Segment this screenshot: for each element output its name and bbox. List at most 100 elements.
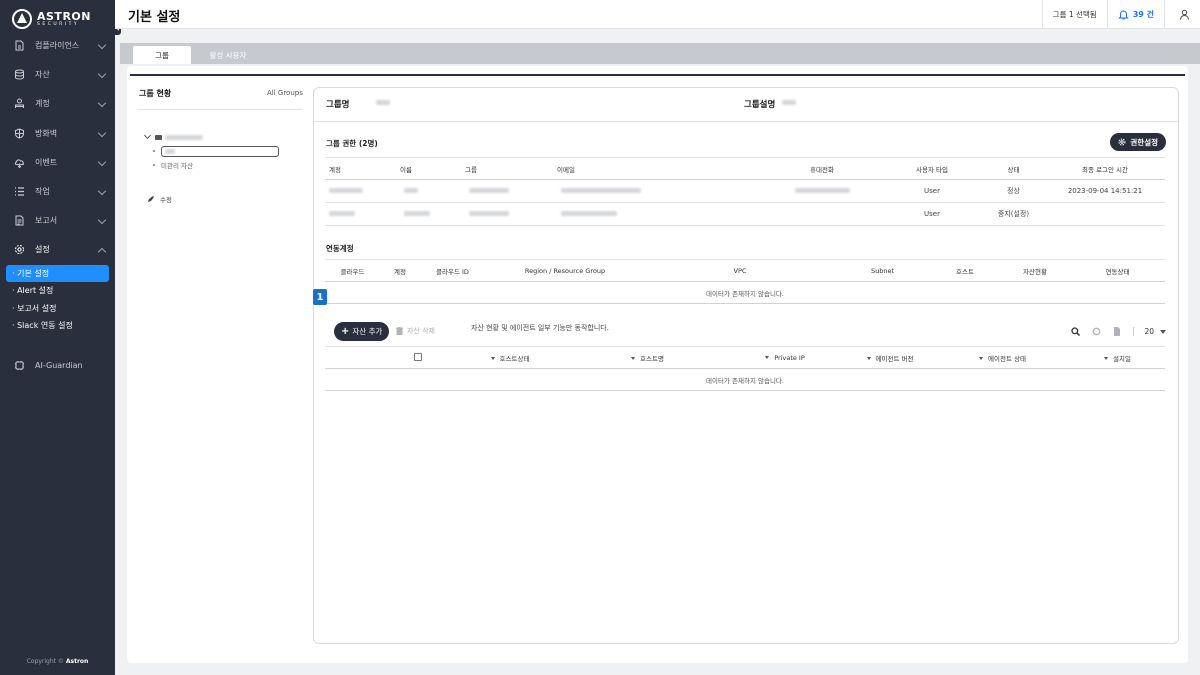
redacted-text — [329, 211, 355, 216]
trash-icon — [396, 327, 403, 335]
sidebar-item-reports[interactable]: 보고서 — [0, 206, 115, 235]
divider — [130, 74, 1185, 76]
table-row: 데이터가 존재하지 않습니다. — [325, 368, 1165, 391]
column-header[interactable]: Region / Resource Group — [485, 259, 645, 282]
empty-message: 데이터가 존재하지 않습니다. — [325, 281, 1165, 304]
group-status-title: 그룹 현황 — [139, 89, 172, 98]
column-header[interactable]: 호스트상태 — [450, 346, 570, 369]
column-header[interactable]: 에이전트 버전 — [845, 346, 935, 369]
plus-icon: + — [341, 326, 350, 337]
compliance-doc-icon — [14, 40, 25, 51]
tree-child-node[interactable] — [153, 145, 279, 157]
column-header[interactable]: 클라우드 — [325, 259, 380, 282]
column-header[interactable]: VPC — [645, 259, 835, 282]
submenu-slack-settings[interactable]: · Slack 연동 설정 — [6, 317, 109, 335]
sidebar-item-settings[interactable]: 설정 — [0, 235, 115, 264]
search-icon[interactable] — [1071, 327, 1081, 336]
sidebar-item-assets[interactable]: 자산 — [0, 60, 115, 89]
chevron-down-icon — [97, 157, 107, 166]
empty-message: 데이터가 존재하지 않습니다. — [325, 368, 1165, 391]
submenu-alert-settings[interactable]: · Alert 설정 — [6, 282, 109, 300]
group-detail-panel: 그룹명 그룹설명 그룹 권한 (2명) 권한설정 계정 이름 그룹 이메일 휴대… — [313, 87, 1179, 644]
sidebar-item-label: 설정 — [35, 245, 50, 255]
column-header[interactable]: 그룹 — [465, 157, 557, 180]
group-selection-status[interactable]: 그룹 1 선택됨 — [1041, 0, 1107, 29]
sidebar: ASTRON SECURITY 컴플라이언스 자산 계정 방화벽 이벤트 작업 … — [0, 0, 115, 675]
column-header[interactable]: 사용자 타입 — [882, 157, 982, 180]
user-menu-button[interactable] — [1164, 0, 1200, 29]
page-size-select[interactable]: 20 — [1144, 327, 1166, 336]
column-header[interactable]: 계정 — [380, 259, 420, 282]
column-header[interactable]: 이름 — [400, 157, 465, 180]
copyright-prefix: Copyright © — [26, 658, 64, 665]
tab-group[interactable]: 그룹 — [133, 46, 191, 64]
table-row: 데이터가 존재하지 않습니다. — [325, 281, 1165, 304]
table-row[interactable]: User 중지(설정) — [325, 202, 1165, 226]
column-header[interactable]: Subnet — [835, 259, 930, 282]
unmanaged-assets-label: 미관리 자산 — [161, 162, 193, 170]
logo[interactable]: ASTRON SECURITY — [0, 0, 115, 30]
sidebar-menu: 컴플라이언스 자산 계정 방화벽 이벤트 작업 보고서 설정 · 기본 설정 ·… — [0, 31, 115, 380]
tab-active-users[interactable]: 활성 사용자 — [198, 46, 258, 64]
header: 기본 설정 그룹 1 선택됨 39 건 — [115, 0, 1200, 29]
all-groups-link[interactable]: All Groups — [267, 89, 303, 97]
column-header[interactable]: 호스트 — [930, 259, 1000, 282]
sidebar-item-compliance[interactable]: 컴플라이언스 — [0, 31, 115, 60]
column-header[interactable]: 설치일 — [1070, 346, 1165, 369]
sort-icon — [1104, 357, 1109, 360]
edit-label: 수정 — [160, 196, 172, 204]
permission-settings-label: 권한설정 — [1130, 137, 1158, 147]
submenu-report-settings[interactable]: · 보고서 설정 — [6, 300, 109, 318]
checkbox[interactable] — [413, 352, 422, 361]
column-header[interactable]: 에이전트 상태 — [935, 346, 1070, 369]
chevron-down-icon — [97, 69, 107, 79]
status-cell: 중지(설정) — [982, 202, 1045, 226]
submenu-basic-settings[interactable]: · 기본 설정 — [6, 264, 109, 282]
divider — [1133, 327, 1135, 336]
select-all-checkbox[interactable] — [385, 346, 450, 369]
chevron-down-icon — [97, 40, 107, 50]
column-header[interactable]: Private IP — [725, 346, 845, 369]
gear-icon — [1118, 138, 1126, 146]
last-login-cell: 2023-09-04 14:51:21 — [1045, 179, 1165, 203]
sidebar-item-ai-guardian[interactable]: AI-Guardian — [0, 351, 115, 380]
sidebar-item-label: 이벤트 — [35, 157, 58, 167]
column-header[interactable]: 호스트명 — [570, 346, 725, 369]
column-header[interactable]: 상태 — [982, 157, 1045, 180]
tree-unmanaged-node[interactable]: 미관리 자산 — [153, 159, 279, 171]
sidebar-item-label: 컴플라이언스 — [35, 41, 80, 51]
chevron-down-icon — [97, 128, 107, 137]
column-header-label: 에이전트 버전 — [875, 354, 914, 363]
table-row[interactable]: User 정상 2023-09-04 14:51:21 — [325, 179, 1165, 203]
column-header[interactable]: 휴대전화 — [762, 157, 882, 180]
notice-text: 자산 현황 및 에이전트 일부 기능만 동작합니다. — [471, 324, 609, 332]
redacted-text — [469, 188, 509, 193]
step-badge: 1 — [313, 289, 327, 305]
column-header-label: Private IP — [774, 353, 805, 362]
group-name-input[interactable] — [161, 145, 279, 157]
sidebar-item-label: 방화벽 — [35, 128, 58, 138]
column-header[interactable]: 최종 로그인 시간 — [1045, 157, 1165, 180]
group-permission-title: 그룹 권한 (2명) — [326, 139, 378, 148]
sidebar-item-firewall[interactable]: 방화벽 — [0, 119, 115, 148]
add-asset-button[interactable]: + 자산 추가 — [334, 322, 390, 341]
asset-table: 호스트상태 호스트명 Private IP 에이전트 버전 에이전트 상태 설치… — [325, 346, 1165, 391]
column-header[interactable]: 자산현황 — [1000, 259, 1070, 282]
sidebar-item-tasks[interactable]: 작업 — [0, 177, 115, 206]
delete-asset-button[interactable]: 자산 삭제 — [396, 326, 435, 336]
refresh-icon[interactable] — [1092, 327, 1101, 336]
sidebar-item-accounts[interactable]: 계정 — [0, 89, 115, 118]
permission-settings-button[interactable]: 권한설정 — [1110, 133, 1166, 151]
sidebar-item-events[interactable]: 이벤트 — [0, 148, 115, 177]
column-header[interactable]: 이메일 — [557, 157, 762, 180]
column-header[interactable]: 계정 — [325, 157, 400, 180]
column-header-label: 설치일 — [1113, 354, 1131, 363]
column-header[interactable]: 클라우드 ID — [420, 259, 485, 282]
tree-root-node[interactable] — [143, 131, 279, 142]
alert-button[interactable]: 39 건 — [1106, 0, 1164, 29]
redacted-text — [782, 100, 796, 105]
export-file-icon[interactable] — [1113, 327, 1121, 336]
column-header[interactable]: 연동상태 — [1070, 259, 1165, 282]
sidebar-item-label: 작업 — [35, 187, 50, 197]
edit-button[interactable]: 수정 — [147, 194, 172, 204]
